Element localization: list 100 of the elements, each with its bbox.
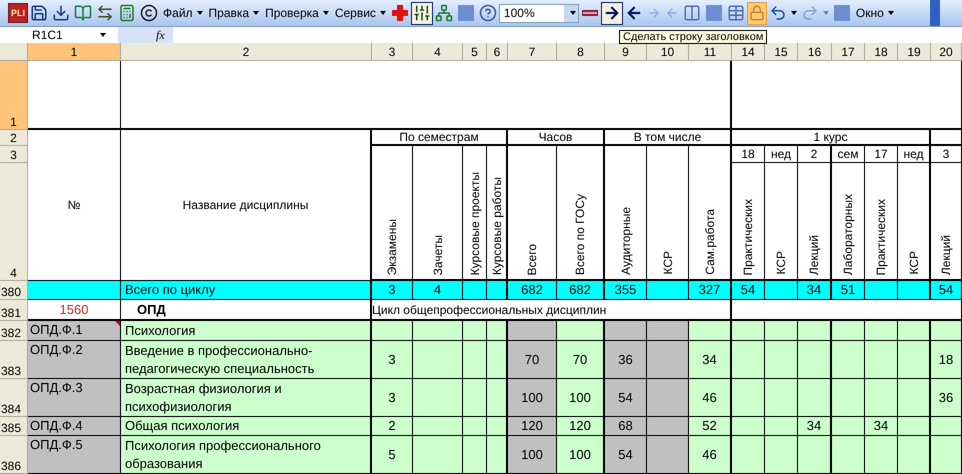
table-cell: 36 — [605, 341, 647, 379]
column-header[interactable]: 7 — [508, 43, 557, 61]
table-cell: 46 — [689, 436, 732, 474]
week-cell: нед — [898, 146, 931, 163]
menu-button[interactable]: Файл — [160, 2, 206, 24]
column-header[interactable]: 10 — [647, 43, 689, 61]
row-header[interactable]: 3 — [0, 146, 28, 163]
table-cell — [798, 321, 832, 341]
group-header: Часов — [508, 130, 605, 146]
row-header[interactable]: 2 — [0, 130, 28, 146]
row-header[interactable]: 1 — [0, 61, 28, 130]
table-cell: 3 — [372, 341, 413, 379]
table-cell: 682 — [557, 281, 605, 300]
column-header: Курсовые работы — [488, 176, 504, 275]
column-header: Практических — [873, 198, 889, 275]
table-cell — [647, 341, 689, 379]
table-cell — [832, 436, 865, 474]
caret-icon — [196, 11, 203, 15]
arrow-right-icon — [602, 4, 621, 22]
column-header[interactable]: 18 — [865, 43, 898, 61]
column-header[interactable]: 17 — [832, 43, 865, 61]
column-header[interactable]: 19 — [898, 43, 931, 61]
logo-button[interactable]: PLI — [8, 3, 28, 23]
column-header[interactable]: 15 — [765, 43, 798, 61]
menu-button[interactable]: Сервис — [332, 2, 389, 24]
table-cell: 34 — [689, 341, 732, 379]
row-header[interactable]: 4 — [0, 163, 28, 281]
dropdown-button[interactable] — [564, 4, 578, 22]
table-cell: 100 — [508, 379, 557, 417]
table-cell — [832, 341, 865, 379]
menu-button[interactable]: Правка — [206, 2, 262, 24]
column-header[interactable]: 9 — [605, 43, 647, 61]
table-cell: 70 — [557, 341, 605, 379]
row-header[interactable]: 381 — [0, 300, 28, 321]
column-header[interactable]: 6 — [487, 43, 508, 61]
table-cell — [765, 417, 798, 436]
table-cell: 46 — [689, 379, 732, 417]
lock-button[interactable] — [746, 2, 767, 24]
column-header[interactable]: 8 — [557, 43, 605, 61]
column-header: Экзамены — [384, 218, 400, 275]
name-box[interactable]: R1C1 — [0, 27, 118, 43]
column-header[interactable]: 14 — [732, 43, 765, 61]
toolbar-overflow-handle[interactable] — [930, 0, 940, 26]
caret-icon — [322, 11, 329, 15]
table-cell — [865, 321, 898, 341]
table-cell — [463, 321, 487, 341]
row-header[interactable]: 386 — [0, 436, 28, 474]
column-header[interactable]: 1 — [28, 43, 121, 61]
table-cell — [732, 436, 765, 474]
table-cell — [372, 321, 413, 341]
zoom-combo[interactable]: 100% — [498, 4, 579, 22]
column-header: № — [28, 130, 121, 281]
row-header[interactable]: 385 — [0, 417, 28, 436]
column-header[interactable]: 2 — [121, 43, 372, 61]
table-cell — [798, 379, 832, 417]
caret-icon — [570, 11, 576, 15]
undo-icon — [768, 4, 787, 22]
discipline-name: Общая психология — [121, 417, 372, 436]
column-header: Лекций — [938, 234, 954, 275]
column-header: Курсовые проекты — [466, 172, 482, 275]
column-header[interactable]: 5 — [463, 43, 487, 61]
row-header[interactable]: 384 — [0, 379, 28, 417]
arrow-right-button[interactable] — [600, 2, 623, 24]
sliders-button[interactable] — [410, 2, 433, 24]
table-cell — [487, 379, 508, 417]
column-header: Лабораторных — [840, 194, 856, 275]
table-cell — [898, 321, 931, 341]
table-cell — [413, 341, 463, 379]
week-cell: 17 — [865, 146, 898, 163]
week-cell: 2 — [798, 146, 832, 163]
row-header[interactable]: 382 — [0, 321, 28, 341]
column-header[interactable]: 20 — [931, 43, 962, 61]
row-header[interactable]: 383 — [0, 341, 28, 379]
table-cell — [463, 436, 487, 474]
menu-button[interactable]: Окно — [852, 2, 897, 24]
column-header[interactable]: 16 — [798, 43, 832, 61]
table-cell — [463, 341, 487, 379]
table-cell — [413, 436, 463, 474]
column-header[interactable]: 3 — [372, 43, 413, 61]
table-cell — [463, 379, 487, 417]
group-header: 1 курс — [732, 130, 931, 146]
table-cell — [605, 321, 647, 341]
table-cell: 327 — [689, 281, 732, 300]
function-label: fx — [156, 27, 165, 44]
cell-reference: R1C1 — [32, 27, 63, 44]
table-cell — [931, 130, 962, 146]
table-cell — [732, 417, 765, 436]
table-cell — [798, 341, 832, 379]
column-header[interactable]: 11 — [689, 43, 732, 61]
table-cell — [508, 321, 557, 341]
table-cell — [413, 417, 463, 436]
table-cell — [463, 417, 487, 436]
table-cell — [732, 379, 765, 417]
book-icon — [74, 4, 92, 22]
column-header[interactable]: 4 — [413, 43, 463, 61]
table-cell: 100 — [557, 436, 605, 474]
row-header[interactable]: 380 — [0, 281, 28, 300]
group-header: В том числе — [605, 130, 732, 146]
discipline-name: Психология — [121, 321, 372, 341]
menu-button[interactable]: Проверка — [262, 2, 332, 24]
